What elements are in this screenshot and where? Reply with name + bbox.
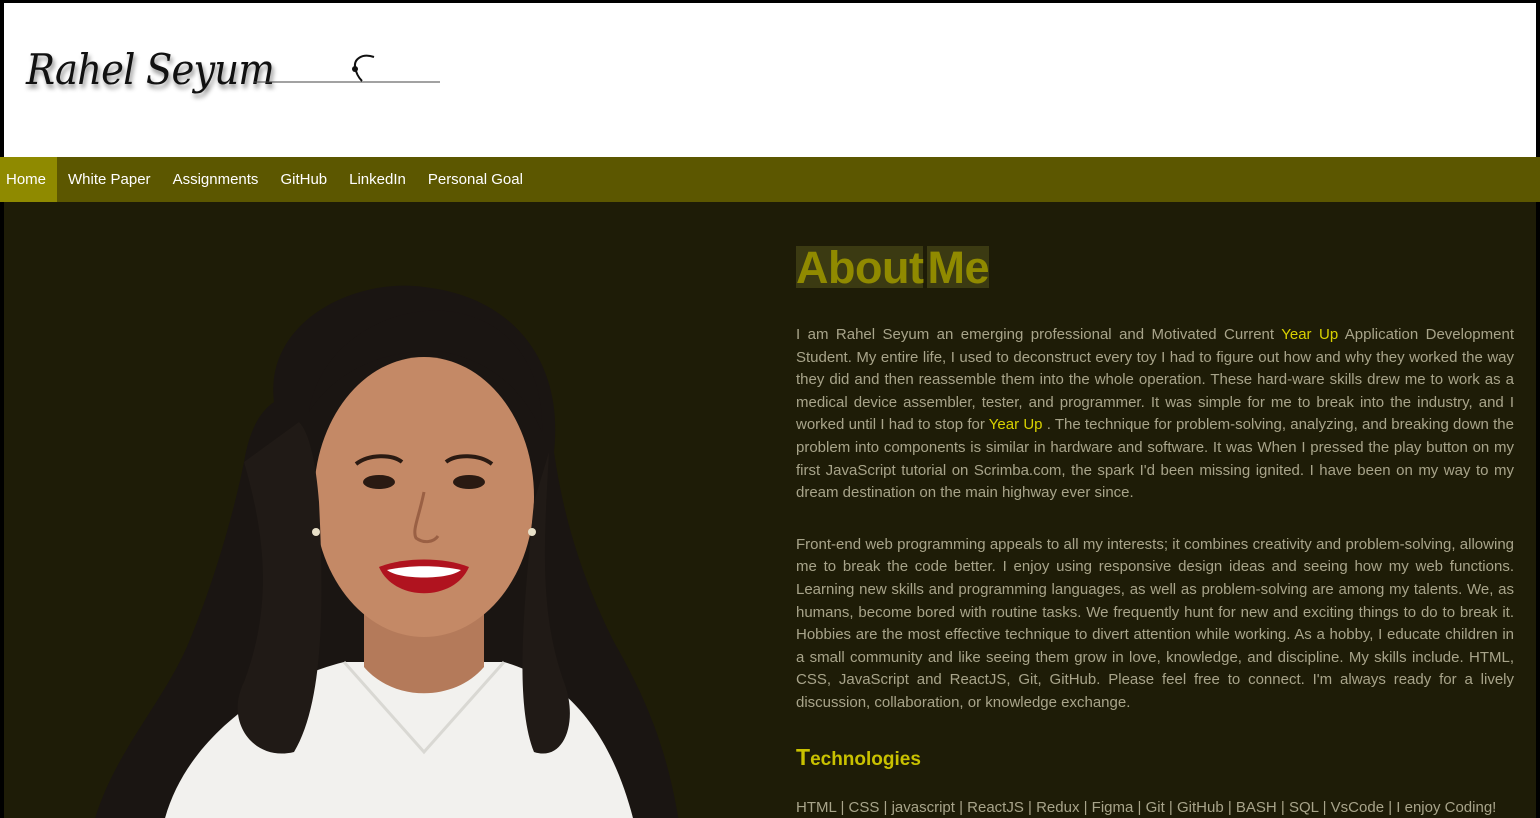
signature-logo: Rahel Seyum	[26, 45, 275, 94]
about-paragraph-2: Front-end web programming appeals to all…	[796, 535, 1514, 711]
about-title-word1: About	[796, 242, 924, 293]
technologies-list: HTML | CSS | javascript | ReactJS | Redu…	[796, 798, 1497, 816]
signature-flourish-icon	[254, 54, 440, 83]
site-header: Rahel Seyum	[4, 3, 1536, 157]
nav-white-paper[interactable]: White Paper	[57, 157, 162, 202]
nav-assignments[interactable]: Assignments	[162, 157, 270, 202]
main-navigation: Home White Paper Assignments GitHub Link…	[0, 157, 1540, 202]
year-up-highlight-1: Year Up	[1281, 326, 1339, 343]
about-title-word2: Me	[927, 242, 989, 293]
about-section: About Me I am Rahel Seyum an emerging pr…	[796, 242, 1514, 816]
nav-personal-goal[interactable]: Personal Goal	[417, 157, 534, 202]
nav-linkedin[interactable]: LinkedIn	[338, 157, 417, 202]
nav-home[interactable]: Home	[0, 157, 58, 202]
p1-text-a: I am Rahel Seyum an emerging professiona…	[796, 326, 1282, 343]
about-title: About Me	[796, 242, 1514, 293]
main-content: About Me I am Rahel Seyum an emerging pr…	[4, 202, 1536, 818]
profile-photo	[95, 285, 679, 818]
technologies-heading: Technologies	[796, 744, 1514, 771]
nav-github[interactable]: GitHub	[269, 157, 338, 202]
technologies-heading-rest: echnologies	[810, 748, 921, 770]
about-paragraph-1: I am Rahel Seyum an emerging professiona…	[796, 324, 1514, 505]
year-up-highlight-2: Year Up	[988, 416, 1043, 434]
technologies-heading-initial: T	[796, 743, 811, 770]
